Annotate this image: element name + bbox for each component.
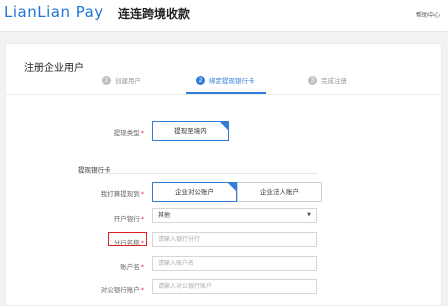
brand-title: 连连跨境收款 bbox=[118, 7, 191, 21]
top-bar: LianLian Pay 连连跨境收款 帮助中心 bbox=[0, 0, 448, 32]
divider bbox=[6, 94, 443, 95]
legal-person-account-option[interactable]: 企业法人账户 bbox=[237, 182, 322, 202]
account-number-label: 对公银行账户* bbox=[84, 284, 144, 294]
step-indicator: 1 创建用户 2 绑定提现银行卡 3 完成注册 bbox=[6, 72, 443, 95]
step-number: 3 bbox=[308, 75, 317, 85]
withdraw-to-label: 我打算提现到* bbox=[84, 188, 144, 198]
withdraw-domestic-option[interactable]: 提现至境内 bbox=[152, 121, 229, 141]
required-mark: * bbox=[140, 215, 144, 223]
step-label: 绑定提现银行卡 bbox=[209, 77, 255, 85]
account-name-input[interactable]: 请输入账户名 bbox=[152, 256, 317, 271]
corporate-account-option[interactable]: 企业对公账户 bbox=[152, 182, 237, 202]
withdraw-type-label: 提现类型* bbox=[84, 127, 144, 137]
account-name-label: 账户名* bbox=[84, 261, 144, 271]
bank-select[interactable]: 其他 ▼ bbox=[152, 208, 317, 223]
step-label: 创建用户 bbox=[115, 77, 141, 85]
required-mark: * bbox=[140, 129, 144, 137]
required-mark: * bbox=[140, 190, 144, 198]
registration-card: 注册企业用户 1 创建用户 2 绑定提现银行卡 3 完成注册 提现类型* 提现至境内 … bbox=[5, 43, 443, 306]
step-number: 2 bbox=[196, 75, 205, 85]
branch-label-highlight bbox=[108, 232, 147, 246]
branch-input[interactable]: 请输入银行分行 bbox=[152, 232, 317, 247]
help-center-link[interactable]: 帮助中心 bbox=[416, 10, 440, 19]
label-text: 我打算提现到 bbox=[100, 190, 140, 198]
account-number-input[interactable]: 请输入对公银行账户 bbox=[152, 279, 317, 294]
label-text: 提现类型 bbox=[113, 129, 140, 137]
label-text: 账户名 bbox=[120, 263, 140, 271]
required-mark: * bbox=[140, 286, 144, 294]
chevron-down-icon: ▼ bbox=[307, 212, 311, 218]
label-text: 对公银行账户 bbox=[100, 286, 140, 294]
required-mark: * bbox=[140, 263, 144, 271]
step-label: 完成注册 bbox=[321, 77, 347, 85]
lianlian-logo[interactable]: LianLian Pay bbox=[4, 3, 104, 21]
step-number: 1 bbox=[102, 75, 111, 85]
label-text: 开户银行 bbox=[113, 215, 140, 223]
bank-select-value: 其他 bbox=[158, 212, 171, 219]
divider bbox=[78, 173, 318, 174]
bank-label: 开户银行* bbox=[84, 213, 144, 223]
